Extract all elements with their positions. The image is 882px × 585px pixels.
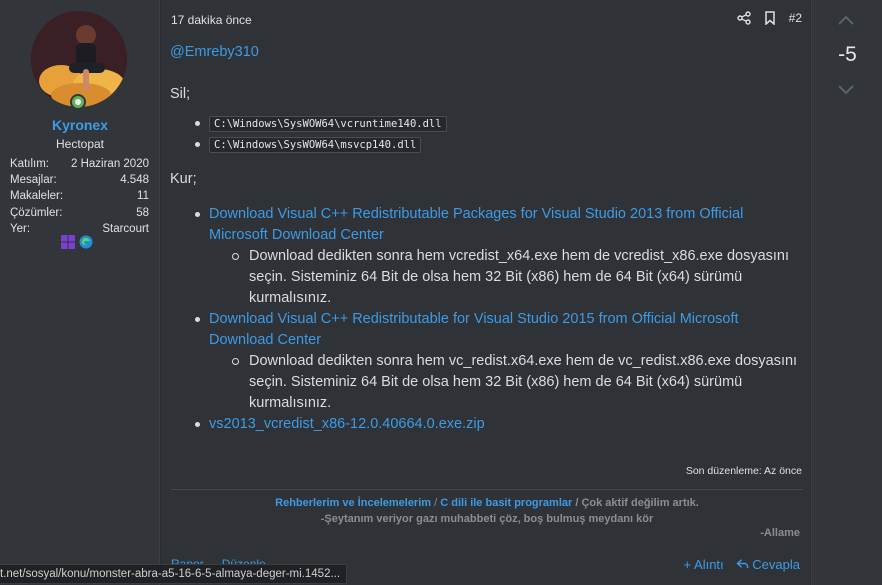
user-title: Hectopat (55, 137, 105, 151)
post-time[interactable]: 17 dakika önce (171, 13, 252, 27)
post-number[interactable]: #2 (789, 11, 802, 25)
post-actions: #2 (736, 11, 802, 26)
sub-list-item: Download dedikten sonra hem vcredist_x64… (209, 246, 802, 309)
stat-value: 58 (136, 206, 149, 219)
stat-row: Katılım: 2 Haziran 2020 (10, 156, 149, 172)
code-path: C:\Windows\SysWOW64\vcruntime140.dll (209, 116, 447, 132)
downvote-icon[interactable] (836, 83, 856, 97)
stat-label: Yer: (10, 222, 31, 235)
stat-row: Çözümler: 58 (10, 205, 149, 221)
signature-line-1: Rehberlerim ve İncelemelerim / C dili il… (171, 495, 803, 511)
sub-list-item: Download dedikten sonra hem vc_redist.x6… (209, 351, 802, 414)
code-path: C:\Windows\SysWOW64\msvcp140.dll (209, 137, 422, 153)
stat-label: Katılım: (10, 158, 49, 170)
reply-label: Cevapla (752, 557, 800, 572)
avatar-image (31, 11, 127, 107)
signature-link-guides[interactable]: Rehberlerim ve İncelemelerim (275, 497, 431, 509)
stat-label: Mesajlar: (10, 174, 57, 187)
user-mention[interactable]: @Emreby310 (170, 42, 802, 63)
username[interactable]: Kyronex (0, 117, 160, 133)
zip-attachment-link[interactable]: vs2013_vcredist_x86-12.0.40664.0.exe.zip (209, 416, 485, 432)
list-item: C:\Windows\SysWOW64\msvcp140.dll (170, 134, 802, 155)
signature-status: / Çok aktif değilim artık. (575, 497, 699, 509)
windows-icon (61, 235, 75, 249)
signature-link-c-programs[interactable]: C dili ile basit programlar (440, 497, 572, 509)
stat-value: Starcourt (102, 222, 149, 235)
stat-value: 4.548 (120, 174, 149, 187)
share-icon[interactable] (736, 11, 751, 25)
stat-row: Makaleler: 11 (10, 188, 149, 204)
status-bar-url: t.net/sosyal/konu/monster-abra-a5-16-6-5… (0, 564, 348, 584)
vote-panel: -5 (811, 0, 882, 585)
reply-button[interactable]: Cevapla (736, 557, 800, 572)
signature: Rehberlerim ve İncelemelerim / C dili il… (171, 495, 803, 527)
download-link-vs2015[interactable]: Download Visual C++ Redistributable for … (209, 311, 739, 348)
kur-label: Kur; (170, 171, 197, 187)
signature-separator: / (434, 497, 438, 509)
avatar[interactable] (31, 11, 127, 107)
post-footer-right: + Alıntı Cevapla (684, 557, 800, 572)
user-badges (61, 235, 93, 249)
post: 17 dakika önce #2 @Emreby310 Sil; C:\Win… (161, 0, 810, 585)
stat-row: Mesajlar: 4.548 (10, 172, 149, 188)
install-list: Download Visual C++ Redistributable Pack… (170, 204, 802, 435)
list-item: Download Visual C++ Redistributable Pack… (170, 204, 802, 309)
list-item: vs2013_vcredist_x86-12.0.40664.0.exe.zip (170, 414, 802, 435)
signature-divider (171, 489, 803, 490)
bookmark-icon[interactable] (763, 11, 777, 26)
user-info-panel: Kyronex Hectopat Katılım: 2 Haziran 2020… (0, 0, 160, 585)
stat-value: 11 (137, 190, 149, 203)
stat-value: 2 Haziran 2020 (71, 158, 149, 170)
delete-file-list: C:\Windows\SysWOW64\vcruntime140.dll C:\… (170, 113, 802, 155)
stat-label: Makaleler: (10, 190, 64, 203)
sil-label: Sil; (170, 86, 191, 102)
signature-author: -Allame (760, 527, 800, 539)
stat-label: Çözümler: (10, 206, 63, 219)
quote-button[interactable]: + Alıntı (684, 557, 724, 572)
list-item: Download Visual C++ Redistributable for … (170, 309, 802, 414)
upvote-icon[interactable] (836, 13, 856, 27)
user-stats: Katılım: 2 Haziran 2020 Mesajlar: 4.548 … (10, 156, 149, 237)
online-status-icon (70, 94, 86, 110)
list-item: C:\Windows\SysWOW64\vcruntime140.dll (170, 113, 802, 134)
download-link-vs2013[interactable]: Download Visual C++ Redistributable Pack… (209, 206, 743, 243)
reply-icon (736, 557, 753, 572)
post-content: @Emreby310 Sil; C:\Windows\SysWOW64\vcru… (170, 42, 802, 435)
last-edited: Son düzenleme: Az önce (685, 465, 802, 477)
edge-icon (79, 235, 93, 249)
sub-list: Download dedikten sonra hem vcredist_x64… (209, 246, 802, 309)
vote-score: -5 (838, 43, 857, 66)
sub-list: Download dedikten sonra hem vc_redist.x6… (209, 351, 802, 414)
signature-quote: -Şeytanım veriyor gazı muhabbeti çöz, bo… (320, 513, 654, 525)
